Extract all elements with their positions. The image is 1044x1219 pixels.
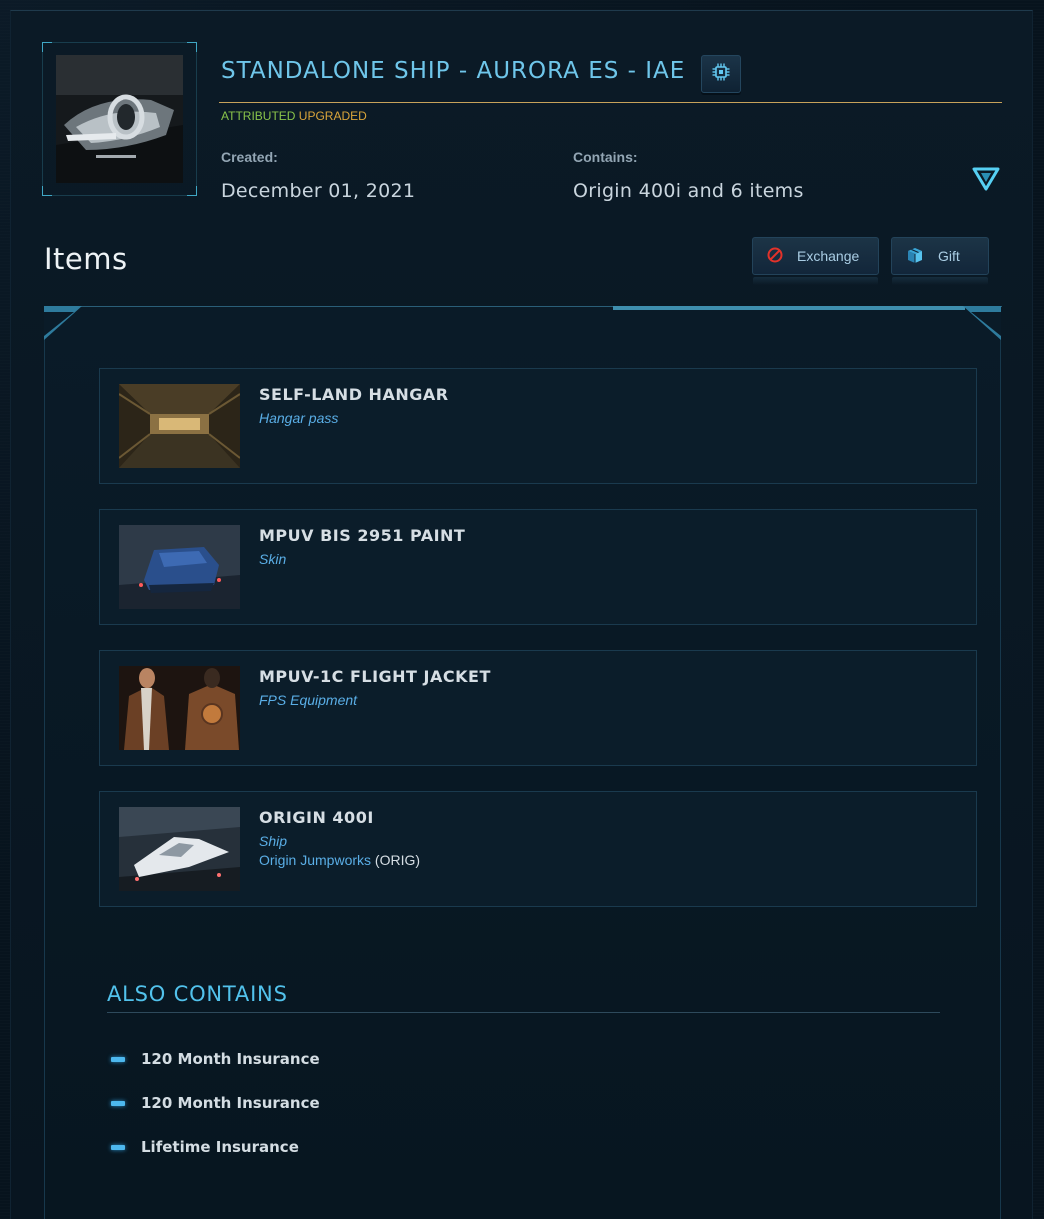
also-contains-divider <box>107 1012 940 1013</box>
origin-400i-image <box>119 807 240 891</box>
expand-toggle[interactable] <box>972 166 1000 192</box>
panel-top-accent <box>613 306 965 310</box>
contains-label: Contains: <box>573 149 638 165</box>
item-type: Ship <box>259 833 288 849</box>
item-type: Hangar pass <box>259 410 339 426</box>
also-contains-entry: 120 Month Insurance <box>111 1050 320 1068</box>
item-type: Skin <box>259 551 287 567</box>
entry-label: Lifetime Insurance <box>141 1138 299 1156</box>
tag-attributed: ATTRIBUTED <box>221 109 296 123</box>
panel-corner <box>44 306 84 342</box>
item-card[interactable]: MPUV BIS 2951 PAINT Skin <box>99 509 977 625</box>
manufacturer-code: (ORIG) <box>374 852 421 868</box>
created-value: December 01, 2021 <box>221 180 416 202</box>
gift-icon <box>905 245 925 268</box>
triangle-down-icon <box>972 167 1000 196</box>
gift-label: Gift <box>938 248 960 264</box>
dash-bullet-icon <box>111 1144 125 1150</box>
gift-button[interactable]: Gift <box>891 237 989 285</box>
manufacturer-name: Origin Jumpworks <box>259 852 372 868</box>
created-label: Created: <box>221 149 278 165</box>
item-name: ORIGIN 400I <box>259 808 374 827</box>
also-contains-entry: Lifetime Insurance <box>111 1138 299 1156</box>
entry-label: 120 Month Insurance <box>141 1094 320 1112</box>
ship-image <box>56 55 183 183</box>
thumbnail-corner <box>187 42 197 52</box>
thumbnail-corner <box>42 186 52 196</box>
exchange-button[interactable]: Exchange <box>752 237 879 285</box>
pledge-title: STANDALONE SHIP - AURORA ES - IAE <box>221 58 686 84</box>
chip-icon <box>711 62 731 86</box>
item-manufacturer: Origin Jumpworks (ORIG) <box>259 852 420 868</box>
item-name: MPUV BIS 2951 PAINT <box>259 526 466 545</box>
item-type: FPS Equipment <box>259 692 358 708</box>
exchange-label: Exchange <box>797 248 860 264</box>
entry-label: 120 Month Insurance <box>141 1050 320 1068</box>
prohibited-icon <box>766 246 784 267</box>
panel-corner <box>961 306 1001 342</box>
thumbnail-corner <box>42 42 52 52</box>
item-card[interactable]: MPUV-1C FLIGHT JACKET FPS Equipment <box>99 650 977 766</box>
items-heading: Items <box>44 242 128 276</box>
paint-image <box>119 525 240 609</box>
title-divider <box>219 102 1002 103</box>
contains-value: Origin 400i and 6 items <box>573 180 804 202</box>
also-contains-entry: 120 Month Insurance <box>111 1094 320 1112</box>
items-panel: SELF-LAND HANGAR Hangar pass MPUV BIS 29… <box>44 306 1002 1219</box>
tag-upgraded: UPGRADED <box>298 109 367 123</box>
item-card[interactable]: ORIGIN 400I Ship Origin Jumpworks (ORIG) <box>99 791 977 907</box>
dash-bullet-icon <box>111 1056 125 1062</box>
pledge-thumbnail[interactable] <box>42 42 197 196</box>
hangar-image <box>119 384 240 468</box>
dash-bullet-icon <box>111 1100 125 1106</box>
thumbnail-corner <box>187 186 197 196</box>
item-name: MPUV-1C FLIGHT JACKET <box>259 667 491 686</box>
also-contains-heading: ALSO CONTAINS <box>107 982 288 1006</box>
chip-button[interactable] <box>701 55 741 93</box>
item-card[interactable]: SELF-LAND HANGAR Hangar pass <box>99 368 977 484</box>
jacket-image <box>119 666 240 750</box>
pledge-tags: ATTRIBUTED UPGRADED <box>221 109 367 123</box>
item-name: SELF-LAND HANGAR <box>259 385 449 404</box>
